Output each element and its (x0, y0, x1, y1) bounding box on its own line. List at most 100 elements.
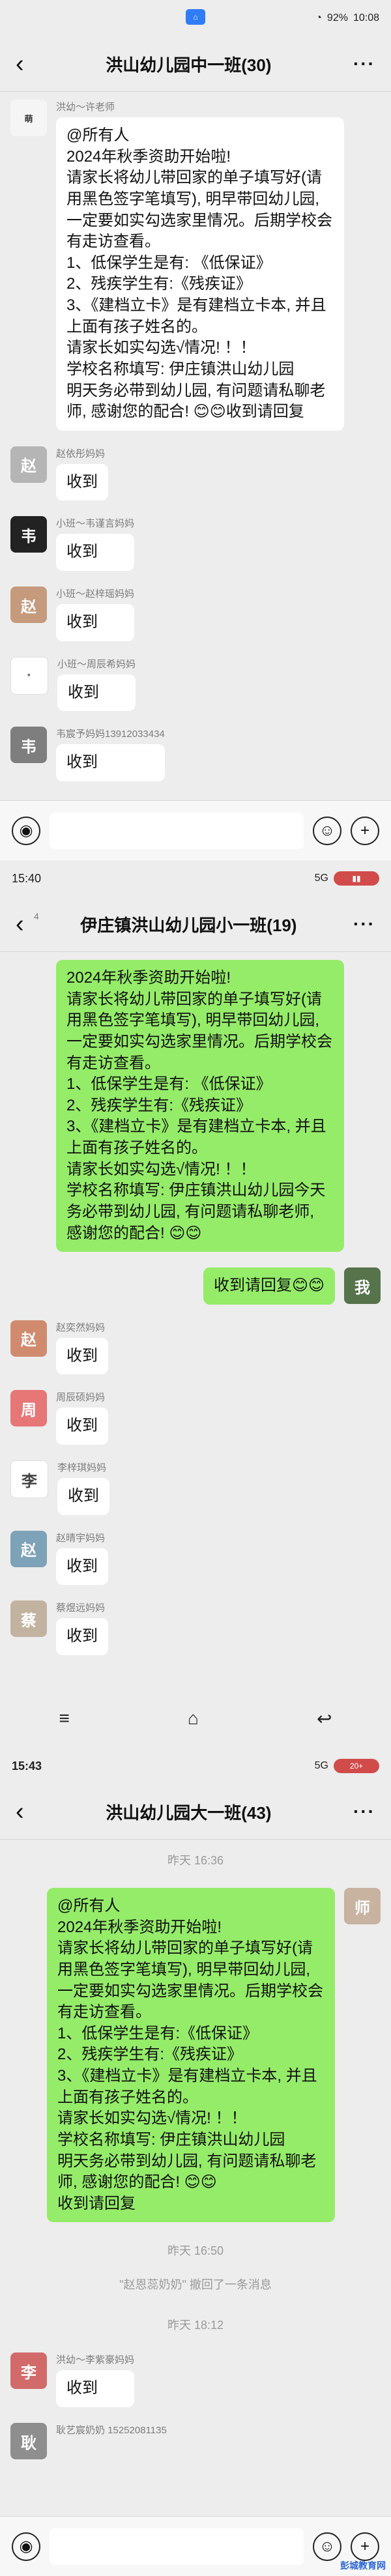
battery-text: 92% (326, 12, 348, 23)
announcement-bubble: @所有人 2024年秋季资助开始啦! 请家长将幼儿带回家的单子填写好(请用黑色签… (47, 1888, 335, 2223)
reply-row-4: 赵 赵晴宇妈妈收到 (0, 1523, 391, 1593)
screenshot-1: ⌂ ◔ 92% 10:08 ‹ 洪山幼儿园中一班(30) ··· 萌 洪幼～许老… (0, 0, 391, 860)
sender-name: 赵奕然妈妈 (56, 1322, 106, 1333)
chat-title: 伊庄镇洪山幼儿园小一班(19) (80, 915, 297, 935)
reply-bubble: 收到 (56, 1408, 108, 1445)
avatar[interactable]: 赵 (10, 1320, 47, 1357)
input-bar: ◉ ☺ + (0, 800, 391, 860)
announcement-message: 萌 洪幼～许老师 @所有人 2024年秋季资助开始啦! 请家长将幼儿带回家的单子… (0, 92, 391, 439)
avatar[interactable]: 周 (10, 1390, 47, 1427)
avatar[interactable]: 我 (344, 1267, 381, 1305)
chat-header: ‹ 洪山幼儿园中一班(30) ··· (0, 36, 391, 91)
status-bar: 15:40 5G ▮▮ (0, 860, 391, 897)
reply-bubble: 收到 (56, 463, 108, 501)
screenshot-3: 15:43 5G 20+ ‹ 洪山幼儿园大一班(43) ··· 昨天 16:36… (0, 1748, 391, 2576)
time: 10:08 (353, 12, 379, 23)
emoji-icon[interactable]: ☺ (313, 816, 341, 845)
reply-row-3: 李 李梓琪妈妈收到 (0, 1453, 391, 1523)
sender-name: 赵晴宇妈妈 (56, 1532, 106, 1544)
self-reply-row: 收到请回复😊😊 我 (0, 1260, 391, 1312)
sender-name: 周辰硕妈妈 (56, 1392, 106, 1404)
message-input[interactable] (50, 812, 304, 849)
sender-name: 洪幼～李紫豪妈妈 (56, 2354, 135, 2366)
avatar[interactable]: 萌 (10, 100, 47, 136)
back-icon[interactable]: ‹ (16, 1799, 24, 1824)
chat-title: 洪山幼儿园中一班(30) (106, 55, 272, 75)
sender-name: 小班～赵梓瑶妈妈 (56, 588, 135, 600)
battery-badge: 20+ (334, 1759, 379, 1773)
reply-bubble: 收到 (56, 604, 135, 641)
sender-name: 耿艺宸奶奶 15252081135 (56, 2425, 167, 2436)
avatar[interactable]: 师 (344, 1888, 381, 1924)
status-bar: ⌂ ◔ 92% 10:08 (0, 0, 391, 36)
recall-notice: "赵恩蕊奶奶" 撤回了一条消息 (119, 2278, 272, 2292)
more-icon[interactable]: ··· (353, 914, 375, 934)
sender-name: 赵依彤妈妈 (56, 448, 106, 459)
system-nav-bar: ≡ ⌂ ↩ (0, 1689, 391, 1748)
avatar[interactable]: 赵 (10, 1530, 47, 1567)
reply-bubble: 收到 (56, 1618, 108, 1655)
reply-row-1: 赵 赵依彤妈妈收到 (0, 439, 391, 509)
reply-bubble: 收到 (56, 744, 165, 781)
screenshot-2: 15:40 5G ▮▮ ‹ 4 伊庄镇洪山幼儿园小一班(19) ··· 2024年… (0, 860, 391, 1748)
avatar[interactable]: 李 (10, 1460, 48, 1498)
reply-row-3: 赵 小班～赵梓瑶妈妈收到 (0, 579, 391, 649)
battery-icon: ▮▮ (334, 871, 379, 886)
back-icon[interactable]: ‹ (16, 51, 24, 76)
time: 15:40 (12, 871, 42, 885)
menu-icon[interactable]: ≡ (59, 1708, 70, 1729)
add-icon[interactable]: + (351, 2532, 379, 2561)
emoji-icon[interactable]: ☺ (313, 2532, 341, 2561)
back-count: 4 (34, 911, 39, 921)
sender-name: 李梓琪妈妈 (57, 1462, 107, 1473)
home-icon[interactable]: ⌂ (188, 1708, 199, 1729)
self-reply-bubble: 收到请回复😊😊 (203, 1267, 335, 1305)
status-bar: 15:43 5G 20+ (0, 1748, 391, 1784)
avatar[interactable]: 韦 (10, 727, 47, 764)
reply-bubble: 收到 (56, 534, 135, 571)
chat-title: 洪山幼儿园大一班(43) (106, 1802, 272, 1823)
reply-bubble: 收到 (56, 1548, 108, 1585)
back-icon[interactable]: ‹ (16, 912, 24, 936)
reply-row-2: 周 周辰硕妈妈收到 (0, 1382, 391, 1453)
reply-row-4: · 小班～周辰希妈妈收到 (0, 649, 391, 719)
reply-bubble: 收到 (57, 674, 136, 712)
time: 15:43 (12, 1759, 42, 1773)
sender-name: 小班～周辰希妈妈 (57, 658, 136, 670)
avatar[interactable]: 蔡 (10, 1600, 47, 1638)
avatar[interactable]: 赵 (10, 446, 47, 483)
reply-bubble: 收到 (56, 1337, 108, 1375)
avatar[interactable]: 赵 (10, 586, 47, 623)
sender-name: 韦宸予妈妈13912033434 (56, 729, 165, 740)
sender-name: 小班～韦谨言妈妈 (56, 518, 135, 530)
reply-row-1: 李 洪幼～李紫豪妈妈收到 (0, 2345, 391, 2415)
back-nav-icon[interactable]: ↩ (317, 1708, 332, 1729)
add-icon[interactable]: + (351, 816, 379, 845)
reply-row-1: 赵 赵奕然妈妈收到 (0, 1312, 391, 1383)
timestamp: 昨天 16:36 (167, 1854, 224, 1867)
reply-row-2: 耿 耿艺宸奶奶 15252081135 (0, 2415, 391, 2467)
network-text: 5G (314, 1760, 328, 1771)
sender-name: 洪幼～许老师 (56, 102, 115, 113)
voice-icon[interactable]: ◉ (12, 2532, 40, 2561)
message-input[interactable] (50, 2528, 304, 2565)
watermark: 彭城教育网 (340, 2560, 386, 2571)
announcement-bubble: @所有人 2024年秋季资助开始啦! 请家长将幼儿带回家的单子填写好(请用黑色签… (56, 117, 344, 431)
timestamp: 昨天 18:12 (167, 2319, 224, 2332)
announcement-message: 2024年秋季资助开始啦! 请家长将幼儿带回家的单子填写好(请用黑色签字笔填写)… (0, 952, 391, 1260)
avatar[interactable]: · (10, 656, 48, 695)
reply-bubble: 收到 (57, 1478, 109, 1515)
chat-header: ‹ 洪山幼儿园大一班(43) ··· (0, 1784, 391, 1839)
voice-icon[interactable]: ◉ (12, 816, 40, 845)
avatar[interactable]: 耿 (10, 2423, 47, 2459)
avatar[interactable]: 李 (10, 2352, 47, 2390)
reply-row-2: 韦 小班～韦谨言妈妈收到 (0, 508, 391, 579)
reply-bubble: 收到 (56, 2370, 135, 2407)
timestamp: 昨天 16:50 (167, 2244, 224, 2258)
more-icon[interactable]: ··· (353, 53, 375, 74)
reply-row-5: 韦 韦宸予妈妈13912033434 收到 (0, 719, 391, 789)
avatar[interactable]: 韦 (10, 516, 47, 553)
network-text: 5G (314, 873, 328, 884)
more-icon[interactable]: ··· (353, 1801, 375, 1822)
app-indicator: ⌂ (186, 9, 205, 25)
